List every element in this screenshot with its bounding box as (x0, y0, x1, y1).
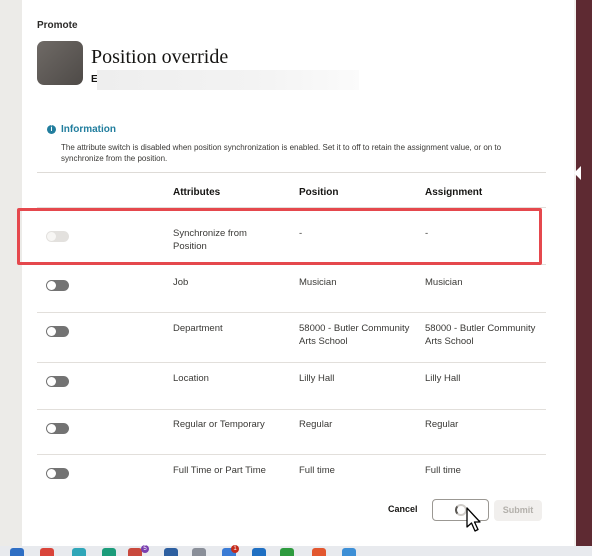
column-header-assignment: Assignment (425, 187, 483, 198)
highlight-annotation (17, 208, 542, 265)
table-top-divider (37, 172, 546, 173)
page-title: Position override (91, 46, 229, 68)
zoom-icon[interactable] (164, 548, 178, 556)
app-icon[interactable] (312, 548, 326, 556)
app-icon[interactable] (342, 548, 356, 556)
notification-badge: 5 (141, 545, 149, 553)
row-divider (37, 454, 546, 455)
table-cell-position: Full time (299, 465, 335, 476)
table-cell-assignment: Musician (425, 277, 463, 288)
column-header-position: Position (299, 187, 339, 198)
table-cell-attribute: Department (173, 323, 223, 334)
job-switch[interactable] (46, 280, 69, 291)
table-cell-position: Musician (299, 277, 337, 288)
department-switch[interactable] (46, 326, 69, 337)
table-cell-attribute: Location (173, 373, 209, 384)
table-cell-assignment: 58000 - Butler Community Arts School (425, 323, 536, 347)
table-cell-assignment: Full time (425, 465, 461, 476)
table-cell-position: Regular (299, 419, 333, 430)
info-title: Information (61, 124, 116, 135)
info-icon: i (47, 125, 56, 134)
location-switch[interactable] (46, 376, 69, 387)
table-cell-assignment: Lilly Hall (425, 373, 461, 384)
redacted-name-blur (97, 70, 359, 90)
cancel-button[interactable]: Cancel (388, 504, 418, 514)
panel-pointer (574, 166, 581, 180)
outlook-icon[interactable] (252, 548, 266, 556)
table-cell-attribute: Job (173, 277, 189, 288)
table-cell-position: Lilly Hall (299, 373, 335, 384)
taskbar (0, 546, 592, 556)
chrome-icon[interactable] (40, 548, 54, 556)
avatar (37, 41, 83, 85)
edge-icon[interactable] (72, 548, 86, 556)
column-header-attributes: Attributes (173, 187, 221, 198)
page-eyebrow: Promote (37, 20, 78, 31)
row-divider (37, 312, 546, 313)
table-cell-attribute: Regular or Temporary (173, 419, 265, 430)
chrome-profile-icon[interactable] (128, 548, 142, 556)
table-cell-assignment: Regular (425, 419, 459, 430)
table-cell-attribute: Full Time or Part Time (173, 465, 266, 476)
start-icon[interactable] (10, 548, 24, 556)
row-divider (37, 362, 546, 363)
background-page-edge (0, 0, 22, 546)
mouse-pointer-icon (466, 507, 481, 532)
table-cell-position: 58000 - Butler Community Arts School (299, 323, 410, 347)
submit-button[interactable]: Submit (494, 500, 542, 521)
regular-temporary-switch[interactable] (46, 423, 69, 434)
notification-badge: 1 (231, 545, 239, 553)
full-part-time-switch[interactable] (46, 468, 69, 479)
app-icon[interactable] (102, 548, 116, 556)
row-divider (37, 409, 546, 410)
file-explorer-icon[interactable] (192, 548, 206, 556)
excel-icon[interactable] (280, 548, 294, 556)
background-brand-strip (576, 0, 592, 546)
info-message: The attribute switch is disabled when po… (61, 143, 502, 163)
